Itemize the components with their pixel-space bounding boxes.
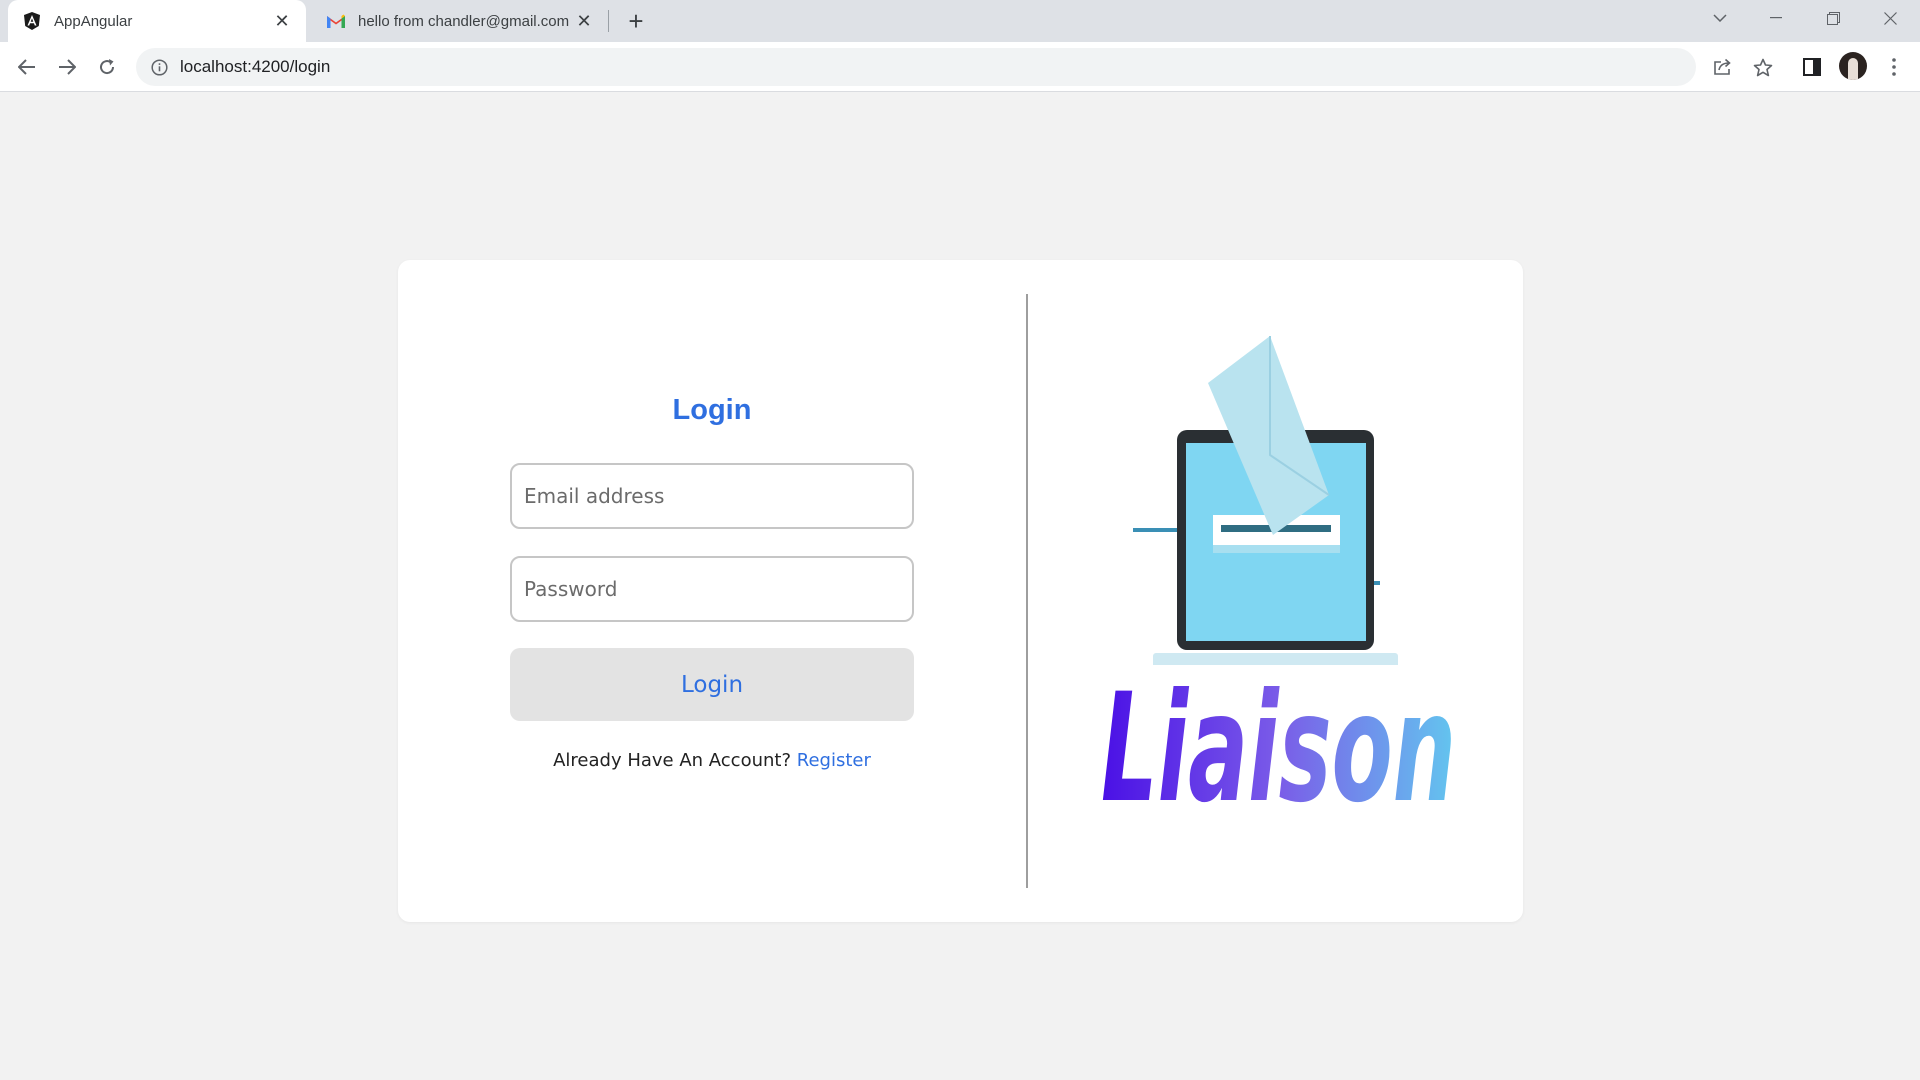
angular-icon xyxy=(22,11,42,31)
address-bar[interactable]: localhost:4200/login xyxy=(136,48,1696,86)
liaison-brand-logo: Liaison xyxy=(1101,668,1456,818)
password-field[interactable] xyxy=(510,556,914,622)
tab-search-chevron-icon[interactable] xyxy=(1697,0,1743,36)
site-info-icon[interactable] xyxy=(150,58,168,76)
tab-separator xyxy=(608,10,609,32)
bookmark-star-icon[interactable] xyxy=(1747,51,1779,83)
register-prompt: Already Have An Account? Register xyxy=(510,750,914,771)
browser-menu-kebab-icon[interactable] xyxy=(1878,51,1910,83)
back-arrow-icon[interactable] xyxy=(11,51,43,83)
register-link[interactable]: Register xyxy=(797,750,871,771)
tab-strip: AppAngular ✕ hello from chandler@gmail.c… xyxy=(0,0,1920,42)
login-heading: Login xyxy=(672,394,752,426)
brand-wordmark: Liaison xyxy=(1101,668,1456,818)
laptop-mail-illustration-icon xyxy=(1133,336,1398,665)
reload-icon[interactable] xyxy=(91,51,123,83)
share-icon[interactable] xyxy=(1707,51,1739,83)
url-text: localhost:4200/login xyxy=(180,57,331,76)
profile-avatar[interactable] xyxy=(1839,52,1867,80)
minimize-icon[interactable] xyxy=(1753,0,1799,36)
tab-title: AppAngular xyxy=(54,12,133,30)
login-card: Login Login Already Have An Account? Reg… xyxy=(398,260,1523,922)
gmail-icon xyxy=(326,11,346,31)
restore-icon[interactable] xyxy=(1810,0,1856,36)
close-tab-icon[interactable]: ✕ xyxy=(574,11,594,31)
login-button[interactable]: Login xyxy=(510,648,914,721)
forward-arrow-icon[interactable] xyxy=(51,51,83,83)
tab-appangular[interactable]: AppAngular ✕ xyxy=(8,0,306,42)
tab-gmail[interactable]: hello from chandler@gmail.com ✕ xyxy=(312,0,608,42)
side-panel-icon[interactable] xyxy=(1796,51,1828,83)
email-field[interactable] xyxy=(510,463,914,529)
tab-title: hello from chandler@gmail.com xyxy=(358,12,570,30)
new-tab-plus-icon[interactable]: + xyxy=(622,6,650,36)
account-prompt-text: Already Have An Account? xyxy=(553,750,792,771)
close-tab-icon[interactable]: ✕ xyxy=(272,11,292,31)
vertical-divider xyxy=(1026,294,1028,888)
close-window-icon[interactable] xyxy=(1867,0,1913,36)
browser-toolbar: localhost:4200/login xyxy=(0,42,1920,92)
